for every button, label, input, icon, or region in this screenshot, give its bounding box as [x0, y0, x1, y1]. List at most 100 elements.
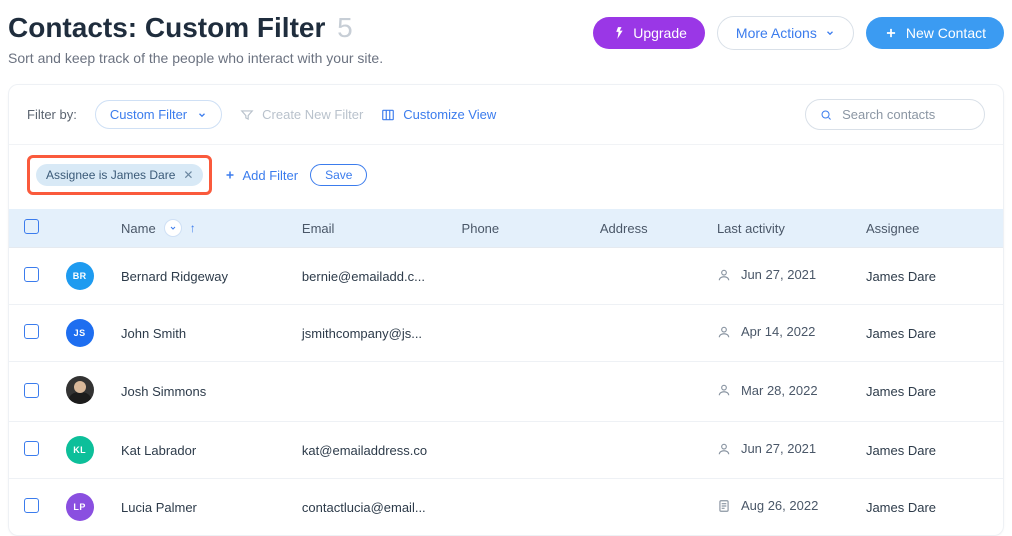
cell-email [290, 362, 450, 422]
cell-email: kat@emailaddress.co [290, 422, 450, 479]
cell-assignee: James Dare [854, 479, 1003, 536]
filter-dropdown[interactable]: Custom Filter [95, 100, 222, 129]
cell-last-activity: Apr 14, 2022 [705, 305, 854, 362]
last-activity-text: Mar 28, 2022 [741, 383, 818, 398]
new-contact-label: New Contact [906, 25, 986, 41]
highlight-annotation: Assignee is James Dare ✕ [27, 155, 212, 195]
cell-name: John Smith [109, 305, 290, 362]
select-all-checkbox[interactable] [24, 219, 39, 234]
add-filter-label: Add Filter [242, 168, 298, 183]
table-header-row: Name ↑ Email Phone Address Last activity… [9, 209, 1003, 248]
contact-count: 5 [337, 12, 353, 43]
cell-email: jsmithcompany@js... [290, 305, 450, 362]
cell-address [588, 248, 705, 305]
upgrade-button[interactable]: Upgrade [593, 17, 705, 49]
table-row[interactable]: KL Kat Labradorkat@emailaddress.co Jun 27,… [9, 422, 1003, 479]
cell-last-activity: Jun 27, 2021 [705, 422, 854, 479]
cell-assignee: James Dare [854, 362, 1003, 422]
form-icon [717, 499, 731, 513]
cell-phone [450, 479, 588, 536]
table-row[interactable]: JSJohn Smithjsmithcompany@js...Apr 14, 2… [9, 305, 1003, 362]
cell-address [588, 479, 705, 536]
more-actions-button[interactable]: More Actions [717, 16, 854, 50]
funnel-icon [240, 108, 254, 122]
cell-name: Kat Labrador [109, 422, 290, 479]
title-main: Custom Filter [145, 12, 325, 43]
cell-name: Josh Simmons [109, 362, 290, 422]
cell-phone [450, 362, 588, 422]
person-icon [717, 268, 731, 282]
column-name-label: Name [121, 221, 156, 236]
cell-last-activity: Mar 28, 2022 [705, 362, 854, 422]
contacts-table: Name ↑ Email Phone Address Last activity… [9, 209, 1003, 535]
row-checkbox[interactable] [24, 441, 39, 456]
avatar: KL [66, 436, 94, 464]
create-new-filter-label: Create New Filter [262, 107, 363, 122]
sort-toggle[interactable] [164, 219, 182, 237]
sort-asc-icon: ↑ [190, 221, 196, 235]
column-header-assignee[interactable]: Assignee [854, 209, 1003, 248]
avatar [66, 376, 94, 404]
column-header-phone[interactable]: Phone [450, 209, 588, 248]
upgrade-label: Upgrade [633, 25, 687, 41]
table-row[interactable]: LP Lucia Palmercontactlucia@email... Aug 2… [9, 479, 1003, 536]
chevron-down-icon [197, 110, 207, 120]
plus-icon [884, 26, 898, 40]
column-header-name[interactable]: Name ↑ [109, 209, 290, 248]
row-checkbox[interactable] [24, 324, 39, 339]
page-subtitle: Sort and keep track of the people who in… [8, 50, 383, 66]
column-header-last-activity[interactable]: Last activity [705, 209, 854, 248]
person-icon [717, 442, 731, 456]
cell-address [588, 422, 705, 479]
contacts-panel: Filter by: Custom Filter Create New Filt… [8, 84, 1004, 536]
add-filter-button[interactable]: Add Filter [224, 168, 298, 183]
avatar: LP [66, 493, 94, 521]
column-header-email[interactable]: Email [290, 209, 450, 248]
customize-view-label: Customize View [403, 107, 496, 122]
search-input[interactable] [840, 106, 970, 123]
avatar: BR [66, 262, 94, 290]
save-filter-button[interactable]: Save [310, 164, 367, 186]
cell-name: Lucia Palmer [109, 479, 290, 536]
cell-phone [450, 248, 588, 305]
filter-by-label: Filter by: [27, 107, 77, 122]
person-icon [717, 325, 731, 339]
row-checkbox[interactable] [24, 383, 39, 398]
applied-filters-row: Assignee is James Dare ✕ Add Filter Save [9, 145, 1003, 209]
column-header-address[interactable]: Address [588, 209, 705, 248]
save-filter-label: Save [325, 168, 352, 182]
cell-address [588, 305, 705, 362]
cell-email: bernie@emailadd.c... [290, 248, 450, 305]
filter-chip-assignee[interactable]: Assignee is James Dare ✕ [36, 164, 203, 186]
more-actions-label: More Actions [736, 25, 817, 41]
create-new-filter-button[interactable]: Create New Filter [240, 107, 363, 122]
last-activity-text: Aug 26, 2022 [741, 498, 818, 513]
cell-last-activity: Aug 26, 2022 [705, 479, 854, 536]
person-icon [717, 383, 731, 397]
chevron-down-icon [169, 224, 177, 232]
table-row[interactable]: Josh Simmons Mar 28, 2022 James Dare [9, 362, 1003, 422]
new-contact-button[interactable]: New Contact [866, 17, 1004, 49]
cell-address [588, 362, 705, 422]
table-row[interactable]: BR Bernard Ridgewaybernie@emailadd.c... Ju… [9, 248, 1003, 305]
row-checkbox[interactable] [24, 267, 39, 282]
cell-assignee: James Dare [854, 248, 1003, 305]
last-activity-text: Jun 27, 2021 [741, 441, 816, 456]
cell-last-activity: Jun 27, 2021 [705, 248, 854, 305]
filter-dropdown-label: Custom Filter [110, 107, 187, 122]
plus-icon [224, 169, 236, 181]
upgrade-icon [611, 26, 625, 40]
chevron-down-icon [825, 28, 835, 38]
cell-assignee: James Dare [854, 305, 1003, 362]
last-activity-text: Jun 27, 2021 [741, 267, 816, 282]
customize-view-button[interactable]: Customize View [381, 107, 496, 122]
cell-name: Bernard Ridgeway [109, 248, 290, 305]
remove-filter-icon[interactable]: ✕ [183, 168, 193, 182]
search-contacts[interactable] [805, 99, 985, 130]
row-checkbox[interactable] [24, 498, 39, 513]
search-icon [820, 108, 832, 122]
filter-toolbar: Filter by: Custom Filter Create New Filt… [9, 85, 1003, 145]
page-title: Contacts: Custom Filter 5 [8, 12, 383, 44]
cell-email: contactlucia@email... [290, 479, 450, 536]
cell-phone [450, 305, 588, 362]
